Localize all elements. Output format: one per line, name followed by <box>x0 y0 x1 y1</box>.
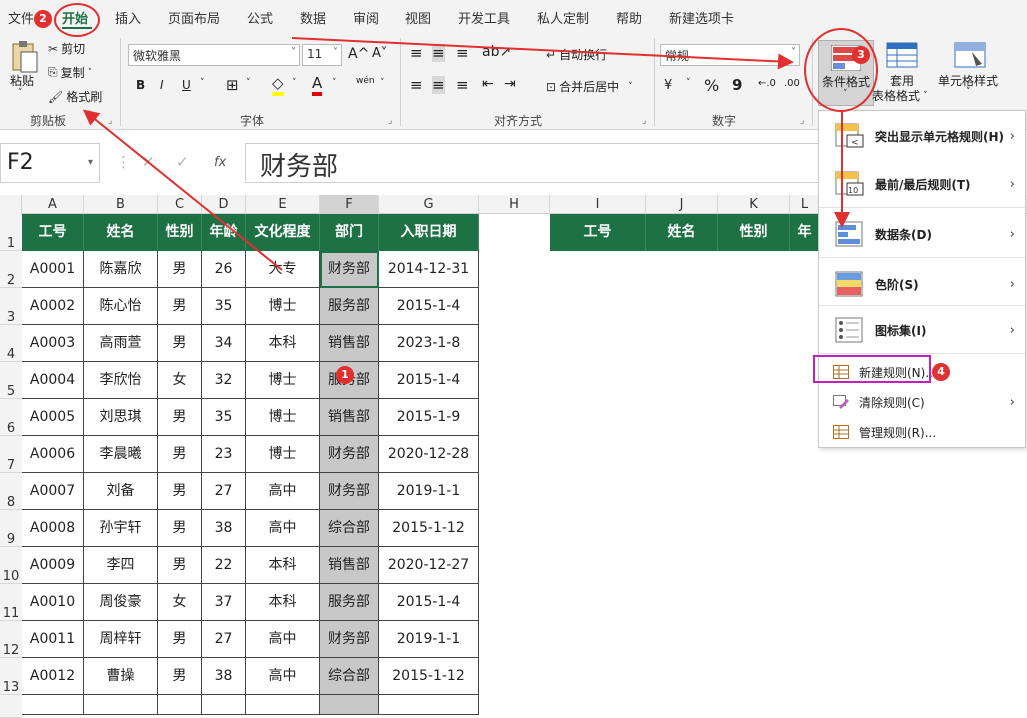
step-badge-4: 4 <box>932 363 950 381</box>
step-badge-1: 1 <box>336 366 354 384</box>
annotation-arrows <box>82 37 850 271</box>
step-badge-2: 2 <box>34 10 52 28</box>
step-badge-3: 3 <box>852 46 870 64</box>
